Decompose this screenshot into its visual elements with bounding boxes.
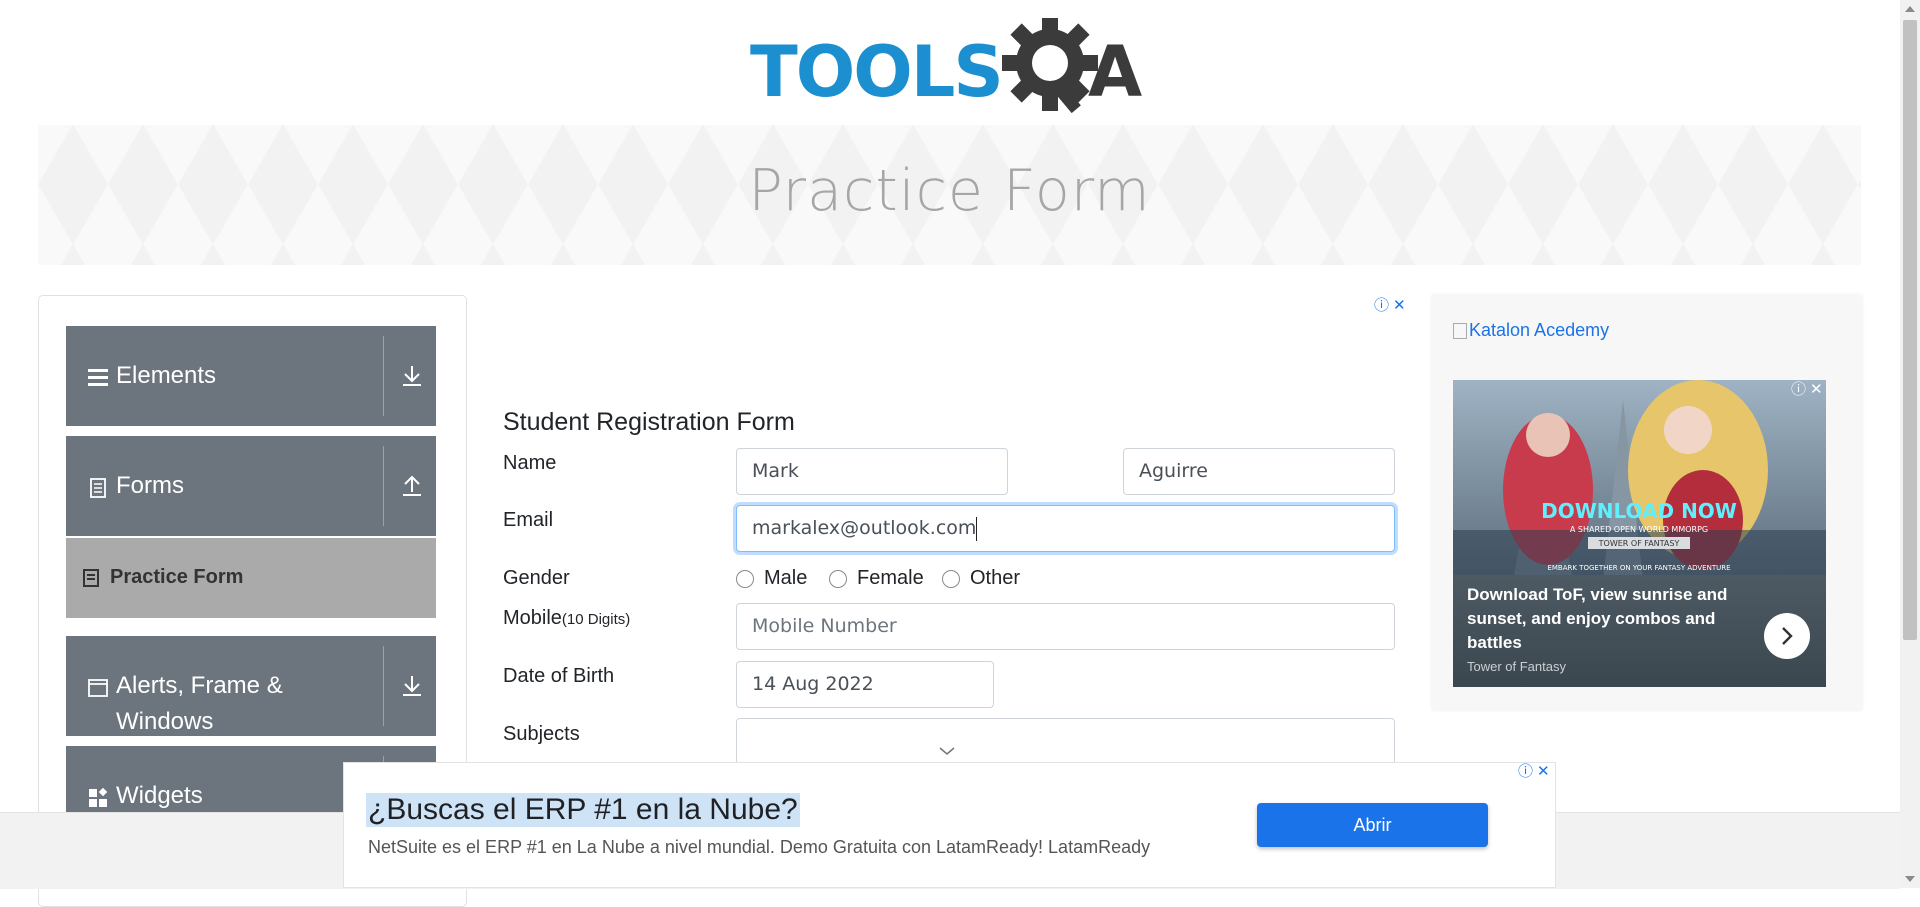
download-arrow-icon: [403, 676, 421, 696]
sidebar-group-label: Elements: [116, 362, 217, 389]
radio-label: Female: [857, 567, 924, 589]
page-banner: Practice Form: [38, 125, 1861, 265]
mobile-input[interactable]: Mobile Number: [736, 603, 1395, 650]
image-alt-text: Katalon Acedemy: [1469, 320, 1610, 340]
scroll-down-arrow-icon[interactable]: [1905, 876, 1915, 882]
dob-label: Date of Birth: [503, 665, 615, 687]
sidebar-group-label: Alerts, Frame & Windows: [116, 672, 283, 735]
ad-choices[interactable]: ⓘ ✕: [1518, 763, 1550, 779]
mobile-hint: (10 Digits): [561, 611, 631, 628]
date-of-birth-input[interactable]: 14 Aug 2022: [736, 661, 994, 708]
toolsqa-logo[interactable]: TOOLS A: [750, 18, 1155, 113]
name-label: Name: [503, 452, 557, 474]
form-icon: [83, 569, 99, 587]
text-caret: [976, 516, 978, 541]
email-label: Email: [503, 509, 554, 531]
mobile-label: Mobile(10 Digits): [503, 607, 630, 630]
divider: [383, 336, 384, 416]
upload-arrow-icon: [403, 475, 421, 496]
gender-radio-other[interactable]: Other: [942, 567, 1020, 590]
chevron-right-icon: [1782, 627, 1793, 645]
sidebar-group-alerts-frame-windows[interactable]: Alerts, Frame & Windows: [66, 636, 436, 736]
radio-label: Other: [970, 567, 1021, 589]
bottom-advertisement[interactable]: ⓘ ✕ ¿Buscas el ERP #1 en la Nube? NetSui…: [343, 762, 1556, 888]
widgets-icon: [89, 788, 108, 807]
ad-close-icon[interactable]: ✕: [1537, 763, 1550, 779]
broken-image-icon: [1453, 322, 1467, 339]
radio-circle[interactable]: [736, 569, 754, 588]
ad-info-icon[interactable]: ⓘ: [1518, 763, 1533, 779]
form-title: Student Registration Form: [503, 408, 795, 436]
gender-radio-female[interactable]: Female: [829, 567, 924, 590]
sidebar-group-label: Forms: [116, 472, 184, 499]
gear-icon: [1002, 18, 1098, 113]
sidebar-item-practice-form[interactable]: Practice Form: [66, 538, 436, 618]
svg-text:EMBARK TOGETHER ON YOUR FANTAS: EMBARK TOGETHER ON YOUR FANTASY ADVENTUR…: [1547, 564, 1730, 572]
ad-headline: Download ToF, view sunrise and sunset, a…: [1467, 585, 1728, 652]
document-icon: [90, 478, 106, 498]
email-input[interactable]: markalex@outlook.com: [736, 505, 1395, 552]
email-value: markalex@outlook.com: [752, 517, 977, 539]
list-icon: [88, 369, 108, 386]
chevron-down-icon[interactable]: [938, 745, 956, 757]
window-icon: [88, 679, 108, 697]
svg-text:TOOLS: TOOLS: [750, 31, 1002, 113]
ad-close-icon[interactable]: ✕: [1393, 297, 1406, 313]
sidebar-group-forms[interactable]: Forms: [66, 436, 436, 536]
download-arrow-icon: [403, 366, 421, 386]
first-name-input[interactable]: Mark: [736, 448, 1008, 495]
divider: [383, 646, 384, 726]
ad-open-button[interactable]: Abrir: [1257, 803, 1488, 847]
ad-info-icon[interactable]: ⓘ: [1374, 297, 1389, 313]
game-artwork: DOWNLOAD NOW A SHARED OPEN WORLD MMORPG …: [1453, 380, 1826, 580]
svg-text:A SHARED OPEN WORLD MMORPG: A SHARED OPEN WORLD MMORPG: [1570, 525, 1708, 534]
tower-of-fantasy-ad[interactable]: DOWNLOAD NOW A SHARED OPEN WORLD MMORPG …: [1453, 380, 1826, 687]
page-title: Practice Form: [748, 158, 1151, 224]
svg-text:DOWNLOAD NOW: DOWNLOAD NOW: [1541, 499, 1737, 523]
scroll-up-arrow-icon[interactable]: [1905, 6, 1915, 12]
logo-graphic: TOOLS A: [750, 18, 1142, 113]
radio-label: Male: [764, 567, 808, 589]
ad-choices[interactable]: ⓘ ✕: [1791, 381, 1823, 397]
mobile-label-text: Mobile: [503, 607, 562, 629]
ad-brand: Tower of Fantasy: [1467, 659, 1566, 674]
svg-text:TOWER OF FANTASY: TOWER OF FANTASY: [1598, 539, 1680, 548]
sidebar-group-elements[interactable]: Elements: [66, 326, 436, 426]
gender-radio-male[interactable]: Male: [736, 567, 807, 590]
radio-circle[interactable]: [829, 569, 847, 588]
katalon-academy-image[interactable]: Katalon Acedemy: [1453, 320, 1609, 341]
ad-choices[interactable]: ⓘ ✕: [1374, 297, 1406, 313]
ad-caption: Download ToF, view sunrise and sunset, a…: [1453, 575, 1826, 687]
sidebar-group-label: Widgets: [116, 782, 203, 809]
subjects-label: Subjects: [503, 723, 580, 745]
radio-circle[interactable]: [942, 569, 960, 588]
sidebar-item-label: Practice Form: [110, 566, 244, 588]
subjects-input[interactable]: [736, 718, 1395, 765]
ad-headline[interactable]: ¿Buscas el ERP #1 en la Nube?: [366, 793, 800, 827]
last-name-input[interactable]: Aguirre: [1123, 448, 1395, 495]
ad-info-icon[interactable]: ⓘ: [1791, 381, 1806, 397]
scrollbar-thumb[interactable]: [1903, 20, 1917, 640]
gender-label: Gender: [503, 567, 570, 589]
ad-description: NetSuite es el ERP #1 en La Nube a nivel…: [368, 837, 1151, 857]
ad-close-icon[interactable]: ✕: [1810, 381, 1823, 397]
right-advertisement: Katalon Acedemy DOWNLOAD NOW A SHARED OP…: [1432, 295, 1862, 710]
divider: [383, 446, 384, 526]
svg-text:A: A: [1088, 31, 1142, 113]
ad-next-button[interactable]: [1764, 613, 1810, 659]
